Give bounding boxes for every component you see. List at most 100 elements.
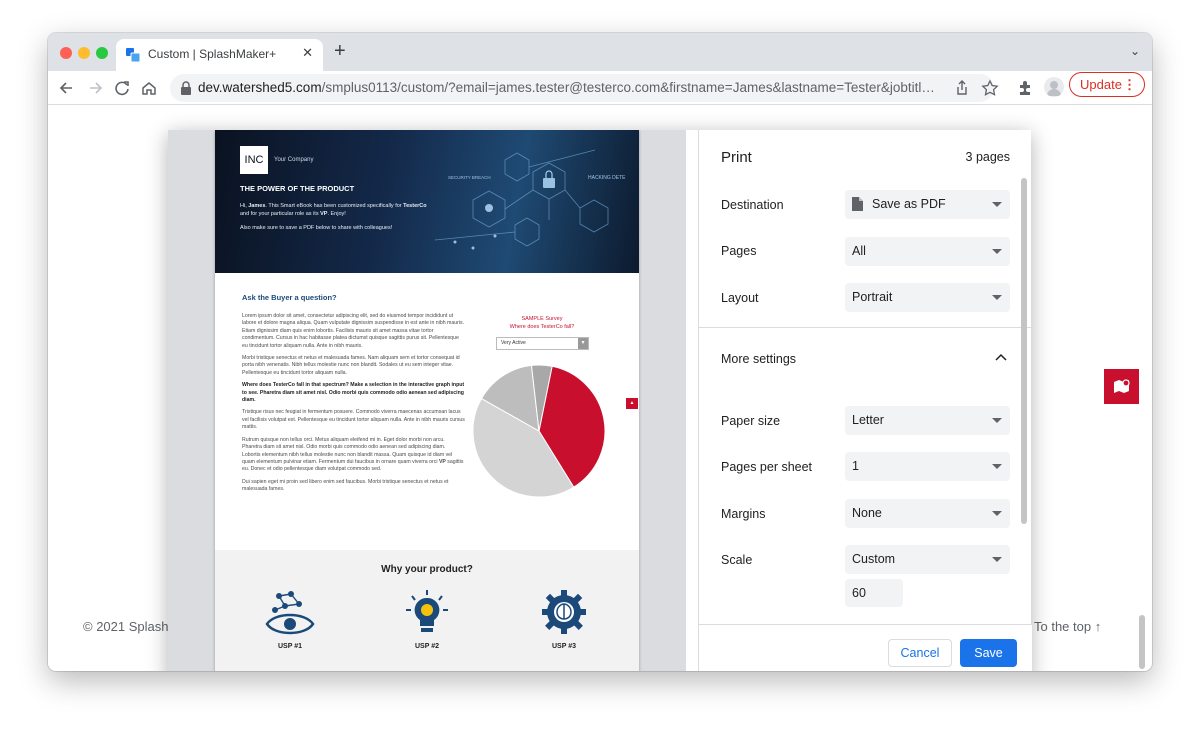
print-title: Print bbox=[721, 149, 752, 166]
pages-label: Pages bbox=[721, 244, 757, 258]
cancel-button[interactable]: Cancel bbox=[888, 639, 952, 667]
usp-3: USP #3 bbox=[529, 590, 599, 650]
question-title: Ask the Buyer a question? bbox=[242, 293, 337, 302]
to-the-top-link[interactable]: To the top ↑ bbox=[1034, 619, 1101, 634]
hero-greeting-prefix: Hi, bbox=[240, 203, 249, 209]
survey-title-line1: SAMPLE Survey bbox=[521, 316, 563, 322]
forward-arrow-icon[interactable] bbox=[84, 77, 106, 99]
paragraph-1: Lorem ipsum dolor sit amet, consectetur … bbox=[242, 313, 465, 349]
destination-caret-icon bbox=[992, 202, 1002, 207]
scale-select[interactable]: Custom bbox=[845, 545, 1010, 574]
lock-icon[interactable] bbox=[180, 81, 192, 95]
tab-title: Custom | SplashMaker+ bbox=[148, 47, 277, 61]
settings-divider bbox=[699, 327, 1032, 328]
page-count: 3 pages bbox=[965, 150, 1010, 164]
paper-size-caret-icon bbox=[992, 418, 1002, 423]
article-section: Ask the Buyer a question? Lorem ipsum do… bbox=[215, 273, 639, 550]
usp-3-label: USP #3 bbox=[552, 643, 576, 650]
close-window-button[interactable] bbox=[60, 47, 72, 59]
chevron-up-icon[interactable] bbox=[995, 353, 1007, 361]
tab-search-icon[interactable]: ⌄ bbox=[1130, 44, 1140, 58]
usp-2-label: USP #2 bbox=[415, 643, 439, 650]
print-dialog-footer: Cancel Save bbox=[699, 624, 1032, 671]
url-path: /smplus0113/custom/?email=james.tester@t… bbox=[321, 80, 938, 95]
destination-label: Destination bbox=[721, 198, 784, 212]
layout-caret-icon bbox=[992, 295, 1002, 300]
article-body: Lorem ipsum dolor sit amet, consectetur … bbox=[242, 313, 465, 499]
hero-name: James bbox=[248, 203, 266, 209]
destination-select[interactable]: Save as PDF bbox=[845, 190, 1010, 219]
margins-select[interactable]: None bbox=[845, 499, 1010, 528]
pages-value: All bbox=[852, 244, 866, 258]
usp-1: USP #1 bbox=[255, 590, 325, 650]
url-text[interactable]: dev.watershed5.com/smplus0113/custom/?em… bbox=[198, 80, 938, 95]
update-label: Update bbox=[1080, 77, 1122, 92]
url-host: dev.watershed5.com bbox=[198, 80, 322, 95]
destination-value: Save as PDF bbox=[872, 197, 946, 211]
maximize-window-button[interactable] bbox=[96, 47, 108, 59]
footer-copyright: © 2021 SplashM bbox=[83, 619, 180, 634]
tab-close-icon[interactable]: ✕ bbox=[302, 45, 313, 61]
side-tab-icon[interactable]: ▲ bbox=[626, 398, 638, 409]
pages-per-sheet-caret-icon bbox=[992, 464, 1002, 469]
hero-company: TesterCo bbox=[403, 203, 427, 209]
new-tab-button[interactable]: + bbox=[334, 41, 346, 61]
survey-title-line2: Where does TesterCo fall? bbox=[509, 324, 575, 330]
layout-select[interactable]: Portrait bbox=[845, 283, 1010, 312]
settings-scrollbar[interactable] bbox=[1021, 178, 1027, 524]
home-icon[interactable] bbox=[138, 77, 160, 99]
browser-menu-icon[interactable]: ⋮ bbox=[1123, 73, 1136, 96]
save-button[interactable]: Save bbox=[960, 639, 1017, 667]
why-section: Why your product? USP #1 USP #2 USP #3 bbox=[215, 550, 639, 671]
scale-value: Custom bbox=[852, 552, 896, 566]
hero-title: THE POWER OF THE PRODUCT bbox=[240, 184, 355, 193]
survey-chevron-down-icon: ▾ bbox=[578, 338, 588, 349]
why-title: Why your product? bbox=[381, 564, 473, 575]
pages-per-sheet-value: 1 bbox=[852, 459, 859, 473]
tab-active[interactable]: Custom | SplashMaker+ ✕ bbox=[116, 39, 323, 71]
survey-select[interactable]: Very Active ▾ bbox=[496, 337, 589, 350]
splashmaker-favicon-icon bbox=[126, 48, 140, 62]
margins-caret-icon bbox=[992, 511, 1002, 516]
page-scrollbar[interactable] bbox=[1139, 615, 1145, 669]
gear-brain-icon bbox=[542, 590, 586, 634]
side-map-button[interactable] bbox=[1104, 369, 1139, 404]
minimize-window-button[interactable] bbox=[78, 47, 90, 59]
layout-value: Portrait bbox=[852, 290, 893, 304]
map-icon bbox=[1114, 379, 1130, 393]
scale-label: Scale bbox=[721, 553, 753, 567]
back-arrow-icon[interactable] bbox=[56, 77, 78, 99]
company-name: Your Company bbox=[274, 157, 314, 163]
hero-banner: SECURITY BREACH HACKING DETE INC Your Co… bbox=[215, 130, 639, 273]
paper-size-value: Letter bbox=[852, 413, 884, 427]
pages-per-sheet-select[interactable]: 1 bbox=[845, 452, 1010, 481]
paper-size-select[interactable]: Letter bbox=[845, 406, 1010, 435]
lightbulb-icon bbox=[406, 590, 448, 632]
survey-select-value: Very Active bbox=[501, 340, 526, 346]
pages-caret-icon bbox=[992, 249, 1002, 254]
paragraph-6: Dui sapien eget mi proin sed libero enim… bbox=[242, 478, 449, 493]
share-icon[interactable] bbox=[952, 78, 972, 98]
usp-1-label: USP #1 bbox=[278, 643, 302, 650]
more-settings-toggle[interactable]: More settings bbox=[721, 352, 796, 366]
browser-toolbar: dev.watershed5.com/smplus0113/custom/?em… bbox=[48, 71, 1152, 105]
profile-person-icon bbox=[1047, 81, 1061, 96]
paragraph-5-bold: VP bbox=[438, 458, 446, 465]
update-button[interactable]: Update ⋮ bbox=[1069, 72, 1145, 97]
hero-save-note: Also make sure to save a PDF below to sh… bbox=[240, 225, 393, 231]
hero-text-line2: and for your particular role as its bbox=[240, 211, 321, 217]
tab-bar: Custom | SplashMaker+ ✕ + ⌄ bbox=[48, 33, 1152, 71]
margins-label: Margins bbox=[721, 507, 766, 521]
survey-pie-chart bbox=[473, 365, 605, 497]
reload-icon[interactable] bbox=[111, 77, 133, 99]
address-bar[interactable]: dev.watershed5.com/smplus0113/custom/?em… bbox=[170, 74, 999, 102]
scale-caret-icon bbox=[992, 557, 1002, 562]
paragraph-4: Tristique risus nec feugiat in fermentum… bbox=[242, 409, 465, 431]
bookmark-star-icon[interactable] bbox=[980, 78, 1000, 98]
pages-select[interactable]: All bbox=[845, 237, 1010, 266]
paragraph-5-start: Rutrum quisque non tellus orci. Metus al… bbox=[242, 436, 453, 465]
scale-percent-input[interactable]: 60 bbox=[845, 579, 903, 607]
extensions-puzzle-icon[interactable] bbox=[1014, 77, 1036, 99]
profile-avatar[interactable] bbox=[1044, 77, 1064, 97]
survey-title: SAMPLE Survey Where does TesterCo fall? bbox=[490, 315, 594, 331]
